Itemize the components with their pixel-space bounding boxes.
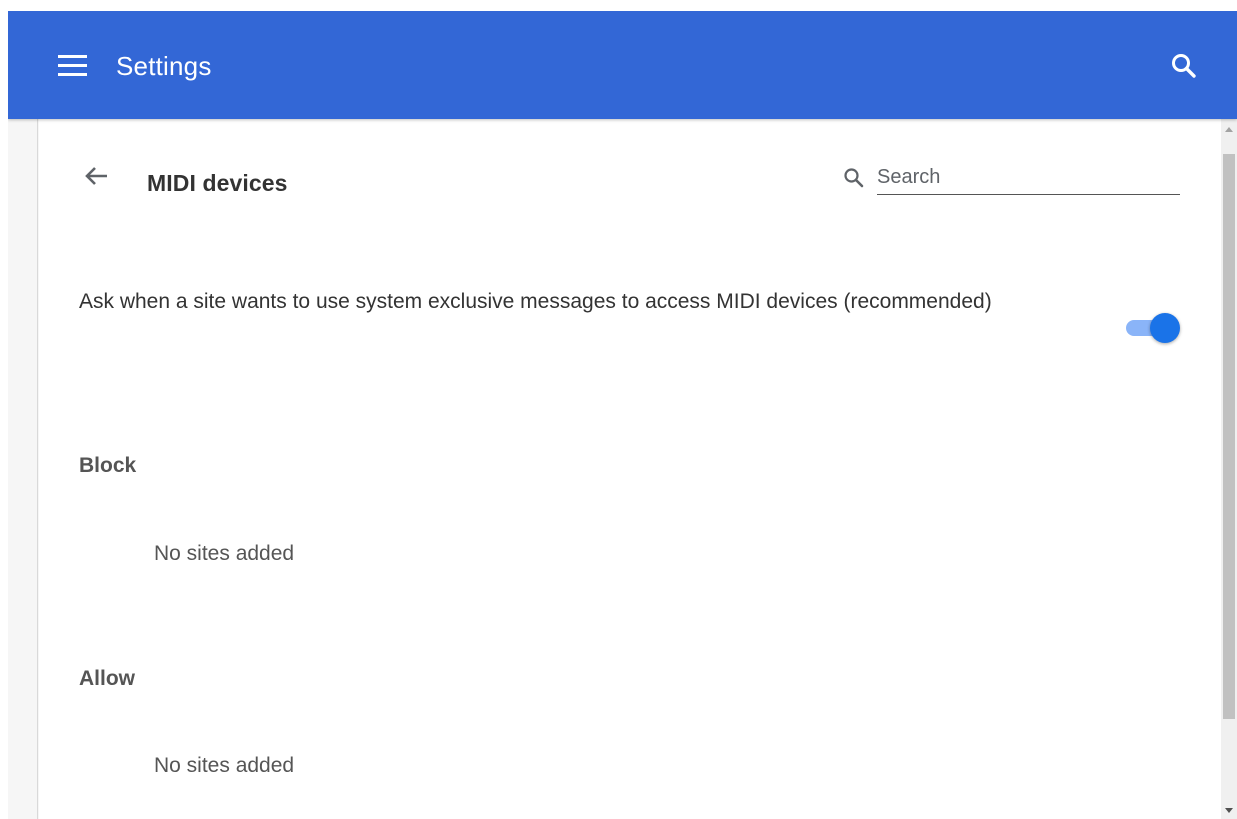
scroll-down-button[interactable]: [1221, 802, 1237, 819]
sysex-setting-label: Ask when a site wants to use system excl…: [79, 290, 992, 313]
sysex-setting-row: Ask when a site wants to use system excl…: [79, 283, 1189, 363]
scrollbar-thumb[interactable]: [1223, 154, 1235, 719]
settings-window: Settings MIDI devices Ask when a site: [8, 11, 1237, 819]
main-menu-button[interactable]: [52, 49, 100, 85]
top-toolbar: Settings: [8, 11, 1237, 119]
scroll-up-button[interactable]: [1221, 121, 1237, 138]
allow-section-heading: Allow: [79, 667, 135, 690]
sysex-toggle[interactable]: [1122, 313, 1182, 343]
back-button[interactable]: [79, 159, 113, 193]
block-empty-text: No sites added: [154, 542, 295, 565]
search-input[interactable]: [877, 161, 1180, 195]
vertical-scrollbar[interactable]: [1221, 119, 1237, 819]
hamburger-menu-icon-line: [58, 73, 87, 76]
hamburger-menu-icon: [58, 55, 87, 58]
hamburger-menu-icon-line: [58, 64, 87, 67]
allow-empty-text: No sites added: [154, 754, 295, 777]
scroll-up-arrow-icon: [1225, 127, 1233, 132]
search-icon: [844, 168, 864, 188]
settings-card: MIDI devices Ask when a site wants to us…: [39, 119, 1221, 819]
search-icon: [1172, 54, 1196, 78]
left-gutter: [8, 119, 38, 819]
subpage-search: [837, 159, 1182, 197]
page-title: MIDI devices: [147, 170, 288, 196]
scroll-down-arrow-icon: [1225, 808, 1233, 813]
arrow-back-icon: [85, 167, 107, 185]
toggle-knob: [1150, 313, 1180, 343]
app-title: Settings: [116, 51, 212, 81]
toolbar-search-button[interactable]: [1164, 47, 1204, 87]
block-section-heading: Block: [79, 454, 137, 477]
